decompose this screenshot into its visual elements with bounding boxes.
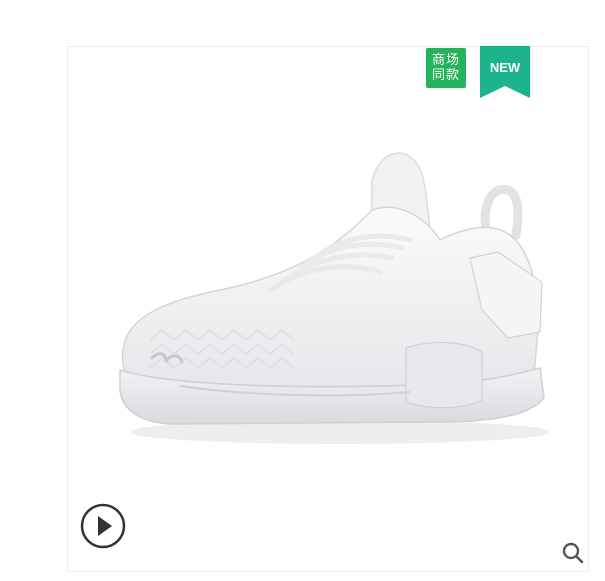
product-shoe-image — [119, 152, 550, 444]
zoom-button[interactable] — [561, 541, 585, 565]
new-badge: NEW — [480, 46, 530, 98]
magnifier-icon — [562, 542, 584, 564]
play-circle-icon — [80, 503, 126, 549]
new-badge-label: NEW — [489, 60, 521, 75]
store-badge-line1: 商场 — [431, 53, 460, 68]
play-video-button[interactable] — [80, 503, 126, 549]
same-as-store-badge: 商场 同款 — [426, 48, 466, 88]
store-badge-line2: 同款 — [431, 68, 460, 83]
